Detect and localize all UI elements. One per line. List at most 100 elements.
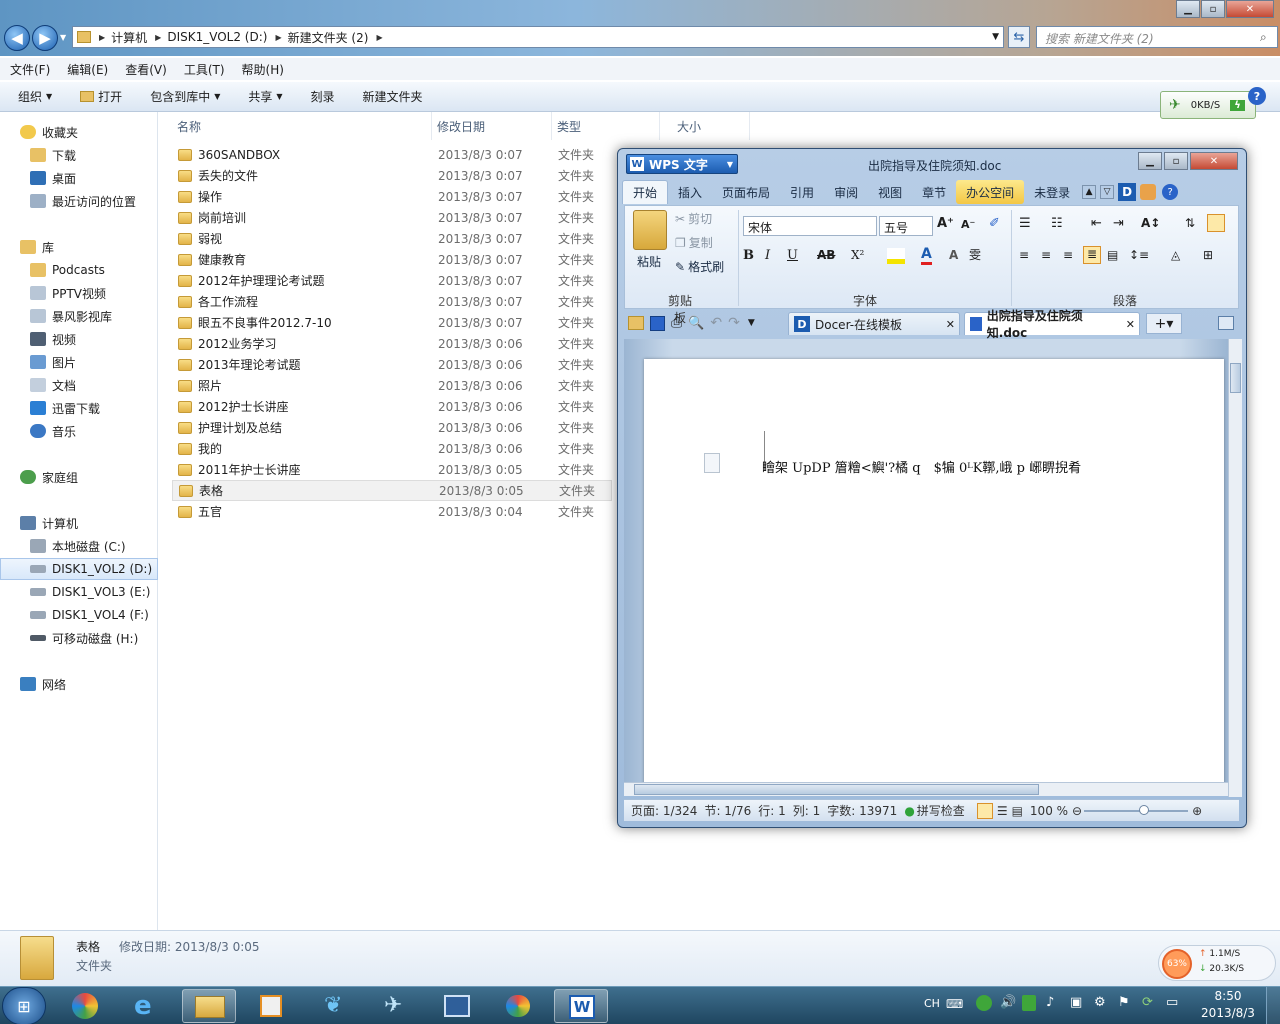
tab-office-space[interactable]: 办公空间 <box>956 180 1025 204</box>
bullet-list-icon[interactable]: ☰ <box>1019 216 1031 231</box>
column-header-type[interactable]: 类型 <box>540 112 660 140</box>
increase-indent-icon[interactable]: ⇥ <box>1113 216 1124 231</box>
clock-time[interactable]: 8:50 <box>1200 989 1256 1003</box>
address-dropdown-icon[interactable]: ▼ <box>992 32 999 42</box>
shrink-font-icon[interactable]: A⁻ <box>961 218 975 231</box>
nav-pptv[interactable]: PPTV视频 <box>0 282 158 304</box>
nav-favorites[interactable]: 收藏夹 <box>0 121 158 143</box>
maximize-button[interactable]: ▫ <box>1201 0 1225 18</box>
copy-button[interactable]: ❐ 复制 <box>675 234 713 251</box>
nav-libraries[interactable]: 库 <box>0 236 158 258</box>
tab-references[interactable]: 引用 <box>780 180 824 204</box>
keyboard-icon[interactable]: ⌨ <box>946 997 963 1011</box>
tab-chapter[interactable]: 章节 <box>912 180 956 204</box>
font-name-select[interactable]: 宋体 <box>743 216 877 236</box>
nav-computer[interactable]: 计算机 <box>0 512 158 534</box>
zoom-level[interactable]: 100 % <box>1030 804 1068 818</box>
nav-music[interactable]: 音乐 <box>0 420 158 442</box>
sync-icon[interactable]: ⟳ <box>1142 995 1153 1010</box>
customize-icon[interactable]: ▼ <box>748 318 755 328</box>
nav-drive-c[interactable]: 本地磁盘 (C:) <box>0 535 158 557</box>
breadcrumb-computer[interactable]: 计算机 <box>111 29 147 46</box>
monitor-icon[interactable]: ▭ <box>1166 995 1178 1010</box>
print-icon[interactable]: ⎙ <box>671 315 682 331</box>
wps-close-button[interactable]: ✕ <box>1190 152 1238 170</box>
open-icon[interactable] <box>628 316 644 330</box>
menu-help[interactable]: 帮助(H) <box>232 61 291 78</box>
nav-videos[interactable]: 视频 <box>0 328 158 350</box>
page-view-icon[interactable] <box>976 802 993 819</box>
nav-network[interactable]: 网络 <box>0 673 158 695</box>
phonetic-icon[interactable]: 雯 <box>969 246 981 263</box>
start-button[interactable]: ⊞ <box>2 987 46 1024</box>
web-view-icon[interactable]: ▤ <box>1012 804 1023 818</box>
zoom-thumb[interactable] <box>1139 804 1150 815</box>
wps-minimize-button[interactable]: ▁ <box>1138 152 1162 170</box>
outline-view-icon[interactable]: ☰ <box>997 804 1008 818</box>
justify-icon[interactable]: ≣ <box>1083 246 1101 264</box>
taskbar-app-explorer[interactable] <box>182 989 236 1023</box>
volume-warning-icon[interactable]: 🔊 <box>1000 995 1016 1010</box>
breadcrumb-drive[interactable]: DISK1_VOL2 (D:) <box>167 30 267 44</box>
superscript-button[interactable]: X² <box>851 248 864 262</box>
border-icon[interactable]: ⊞ <box>1203 248 1213 262</box>
file-row[interactable]: 2012护士长讲座 2013/8/3 0:06 文件夹 <box>172 396 612 417</box>
bold-button[interactable]: B <box>743 248 754 263</box>
strikethrough-button[interactable]: AB <box>817 248 835 262</box>
refresh-icon[interactable]: ⇆ <box>1008 26 1030 48</box>
help-icon[interactable]: ? <box>1162 184 1179 200</box>
file-row[interactable]: 2012年护理理论考试题 2013/8/3 0:07 文件夹 <box>172 270 612 291</box>
recent-pages-icon[interactable]: ▼ <box>60 33 66 42</box>
document-text[interactable]: 瞺架 UpDP 篃糩<鱮'?橘 q $犏 0ᴸK鞹,峨 p 峫睤掜肴 <box>762 457 1081 476</box>
redo-icon[interactable]: ↷ <box>728 315 740 331</box>
tab-view[interactable]: 视图 <box>868 180 912 204</box>
undo-icon[interactable]: ↶ <box>710 315 722 331</box>
file-row[interactable]: 2011年护士长讲座 2013/8/3 0:05 文件夹 <box>172 459 612 480</box>
wps-maximize-button[interactable]: ▫ <box>1164 152 1188 170</box>
close-button[interactable]: ✕ <box>1226 0 1274 18</box>
open-button[interactable]: 打开 <box>80 88 122 105</box>
nav-baofeng[interactable]: 暴风影视库 <box>0 305 158 327</box>
sort-icon[interactable]: ⇅ <box>1185 216 1195 230</box>
text-direction-icon[interactable]: A↕ <box>1141 216 1160 230</box>
column-header-name[interactable]: 名称 <box>160 112 432 140</box>
highlight-icon[interactable] <box>887 248 905 264</box>
file-row[interactable]: 2012业务学习 2013/8/3 0:06 文件夹 <box>172 333 612 354</box>
column-header-date[interactable]: 修改日期 <box>420 112 552 140</box>
file-row[interactable]: 2013年理论考试题 2013/8/3 0:06 文件夹 <box>172 354 612 375</box>
window-list-icon[interactable] <box>1218 316 1234 330</box>
status-words[interactable]: 字数: 13971 <box>827 802 897 819</box>
font-color-icon[interactable]: A <box>921 246 932 265</box>
netspeed-widget[interactable]: 63% ↑ 1.1M/S ↓ 20.3K/S <box>1158 945 1276 981</box>
char-shading-icon[interactable]: A <box>949 248 958 262</box>
column-header-size[interactable]: 大小 <box>660 112 750 140</box>
collapse-ribbon-icon[interactable]: ▲ <box>1082 185 1097 199</box>
flag-icon[interactable]: ⚑ <box>1118 995 1130 1010</box>
tab-home[interactable]: 开始 <box>622 180 669 204</box>
share-button[interactable]: 共享 ▼ <box>248 88 282 105</box>
speed-widget[interactable]: ✈ 0KB/S ϟ <box>1160 91 1256 119</box>
nav-drive-d[interactable]: DISK1_VOL2 (D:) <box>0 558 158 580</box>
document-area[interactable]: 瞺架 UpDP 篃糩<鱮'?橘 q $犏 0ᴸK鞹,峨 p 峫睤掜肴 <box>624 339 1228 789</box>
doc-tab-docer[interactable]: D Docer-在线模板 ✕ <box>788 312 960 335</box>
nav-drive-f[interactable]: DISK1_VOL4 (F:) <box>0 604 158 626</box>
skin-icon[interactable]: ▽ <box>1100 185 1115 199</box>
back-button[interactable]: ◀ <box>4 25 30 51</box>
minimize-button[interactable]: ▁ <box>1176 0 1200 18</box>
nav-drive-h[interactable]: 可移动磁盘 (H:) <box>0 627 158 649</box>
paste-button[interactable]: 粘贴 <box>637 253 661 270</box>
close-tab-icon[interactable]: ✕ <box>946 318 955 331</box>
taskbar-app-video[interactable] <box>430 989 484 1023</box>
save-icon[interactable] <box>650 315 665 331</box>
status-spellcheck[interactable]: 拼写检查 <box>917 802 965 819</box>
file-row[interactable]: 我的 2013/8/3 0:06 文件夹 <box>172 438 612 459</box>
address-bar[interactable]: ▶ 计算机 ▶ DISK1_VOL2 (D:) ▶ 新建文件夹 (2) ▶ ▼ <box>72 26 1004 48</box>
menu-edit[interactable]: 编辑(E) <box>57 61 115 78</box>
menu-file[interactable]: 文件(F) <box>0 61 57 78</box>
new-tab-button[interactable]: +▾ <box>1146 313 1182 334</box>
taskbar-app-ie[interactable]: e <box>120 989 174 1023</box>
show-marks-icon[interactable] <box>1207 214 1225 232</box>
clock-date[interactable]: 2013/8/3 <box>1196 1006 1260 1020</box>
volume-icon[interactable]: ♪ <box>1046 995 1054 1010</box>
file-row[interactable]: 各工作流程 2013/8/3 0:07 文件夹 <box>172 291 612 312</box>
